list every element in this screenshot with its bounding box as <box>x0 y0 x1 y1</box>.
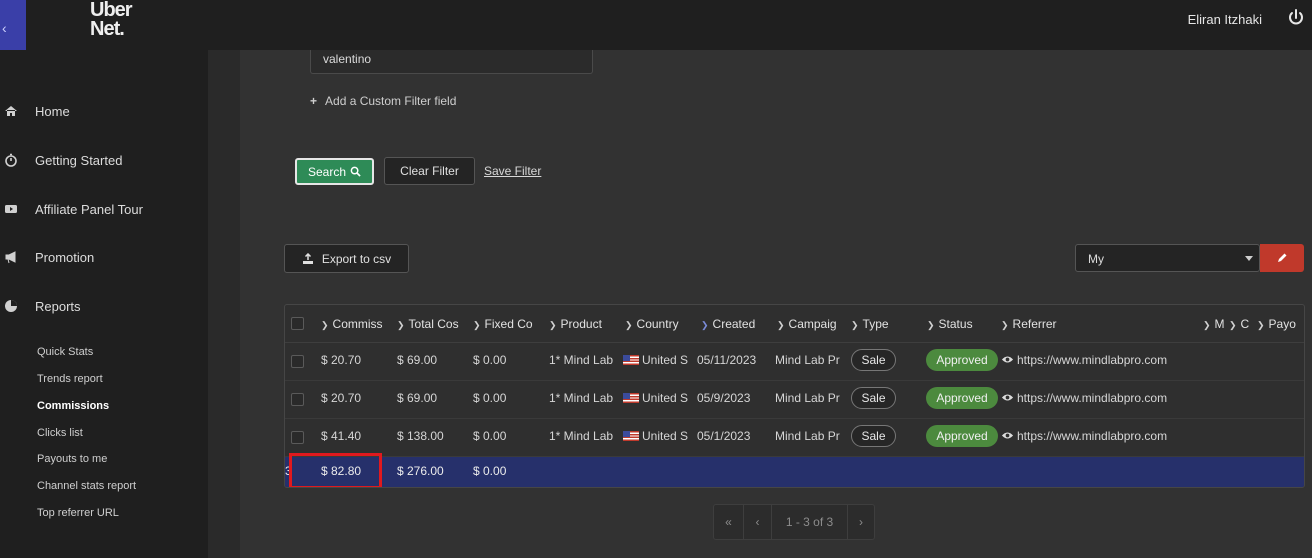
column-header-product[interactable]: ❯ Product <box>549 317 621 331</box>
us-flag-icon <box>623 355 639 365</box>
column-header-country[interactable]: ❯ Country <box>625 317 697 331</box>
prev-page-button[interactable]: ‹ <box>744 505 772 539</box>
sidebar-link-quick-stats[interactable]: Quick Stats <box>37 346 93 358</box>
user-name[interactable]: Eliran Itzhaki <box>1188 12 1262 27</box>
export-icon <box>302 252 313 264</box>
view-select[interactable]: My <box>1075 244 1260 272</box>
page-range-label: 1 - 3 of 3 <box>772 505 848 539</box>
us-flag-icon <box>623 431 639 441</box>
status-badge: Approved <box>926 387 998 409</box>
highlight-box <box>289 453 382 487</box>
sidebar-link-trends-report[interactable]: Trends report <box>37 373 103 385</box>
pagination: « ‹ 1 - 3 of 3 › <box>713 504 875 540</box>
total-fixed-cost: $ 0.00 <box>473 464 507 478</box>
sidebar-item-promotion[interactable]: Promotion <box>0 246 208 268</box>
type-badge: Sale <box>851 425 896 447</box>
sidebar-item-getting-started[interactable]: Getting Started <box>0 149 208 171</box>
column-header-created[interactable]: ❯ Created <box>701 317 773 331</box>
sidebar-item-affiliate-panel-tour[interactable]: Affiliate Panel Tour <box>0 198 208 220</box>
commissions-panel: valentino + Add a Custom Filter field Sea… <box>240 50 1312 558</box>
status-badge: Approved <box>926 349 998 371</box>
row-checkbox[interactable] <box>291 393 304 406</box>
row-checkbox[interactable] <box>291 431 304 444</box>
edit-view-button[interactable] <box>1260 244 1304 272</box>
us-flag-icon <box>623 393 639 403</box>
video-icon <box>5 205 17 213</box>
table-row[interactable]: $ 41.40 $ 138.00 $ 0.00 1* Mind Lab Unit… <box>285 419 1304 457</box>
totals-row: 3 $ 82.80 $ 276.00 $ 0.00 <box>285 457 1304 487</box>
eye-icon <box>1001 356 1014 363</box>
sidebar-link-commissions[interactable]: Commissions <box>37 400 109 412</box>
sidebar-toggle-button[interactable]: ‹ <box>0 0 26 50</box>
column-header-total-cost[interactable]: ❯ Total Cos <box>397 317 469 331</box>
commissions-table: ❯ Commiss ❯ Total Cos ❯ Fixed Co ❯ Product ❯… <box>284 304 1305 488</box>
logo: Uber Net. <box>90 0 133 40</box>
column-header-referrer[interactable]: ❯ Referrer <box>1001 317 1141 331</box>
plus-icon: + <box>310 94 318 108</box>
add-custom-filter-link[interactable]: + Add a Custom Filter field <box>310 94 456 108</box>
main-content: valentino + Add a Custom Filter field Sea… <box>208 50 1312 558</box>
export-csv-button[interactable]: Export to csv <box>284 244 409 273</box>
sidebar-item-home[interactable]: Home <box>0 100 208 122</box>
select-all-checkbox[interactable] <box>291 317 304 330</box>
column-header-commission[interactable]: ❯ Commiss <box>321 317 393 331</box>
first-page-button[interactable]: « <box>714 505 744 539</box>
sidebar-link-top-referrer-url[interactable]: Top referrer URL <box>37 507 119 519</box>
table-row[interactable]: $ 20.70 $ 69.00 $ 0.00 1* Mind Lab Unite… <box>285 343 1304 381</box>
home-icon <box>5 106 17 116</box>
power-icon[interactable] <box>1286 8 1306 28</box>
next-page-button[interactable]: › <box>848 505 874 539</box>
table-header: ❯ Commiss ❯ Total Cos ❯ Fixed Co ❯ Product ❯… <box>285 305 1304 343</box>
type-badge: Sale <box>851 349 896 371</box>
column-header-payout[interactable]: ❯ Payo <box>1257 317 1304 331</box>
column-header-m[interactable]: ❯ M <box>1203 317 1225 331</box>
stopwatch-icon <box>5 153 17 167</box>
eye-icon <box>1001 394 1014 401</box>
total-cost: $ 276.00 <box>397 464 444 478</box>
status-badge: Approved <box>926 425 998 447</box>
pie-chart-icon <box>5 300 17 312</box>
column-header-fixed-cost[interactable]: ❯ Fixed Co <box>473 317 545 331</box>
top-bar: ‹ Uber Net. Eliran Itzhaki <box>0 0 1312 50</box>
eye-icon <box>1001 432 1014 439</box>
type-badge: Sale <box>851 387 896 409</box>
column-header-status[interactable]: ❯ Status <box>927 317 999 331</box>
table-row[interactable]: $ 20.70 $ 69.00 $ 0.00 1* Mind Lab Unite… <box>285 381 1304 419</box>
search-icon <box>350 166 361 177</box>
pencil-icon <box>1278 253 1287 262</box>
column-header-c[interactable]: ❯ C <box>1229 317 1251 331</box>
search-button[interactable]: Search <box>295 158 374 185</box>
clear-filter-button[interactable]: Clear Filter <box>384 157 475 185</box>
row-checkbox[interactable] <box>291 355 304 368</box>
save-filter-link[interactable]: Save Filter <box>484 164 541 178</box>
column-header-type[interactable]: ❯ Type <box>851 317 923 331</box>
custom-filter-input[interactable]: valentino <box>310 50 593 74</box>
chevron-left-icon: ‹ <box>2 20 7 36</box>
sidebar-link-channel-stats-report[interactable]: Channel stats report <box>37 480 136 492</box>
caret-down-icon <box>1245 256 1253 261</box>
sidebar-item-reports[interactable]: Reports <box>0 295 208 317</box>
sidebar-link-payouts-to-me[interactable]: Payouts to me <box>37 453 107 465</box>
column-header-campaign[interactable]: ❯ Campaig <box>777 317 849 331</box>
sidebar: Home Getting Started Affiliate Panel Tou… <box>0 50 208 558</box>
sidebar-link-clicks-list[interactable]: Clicks list <box>37 427 83 439</box>
bullhorn-icon <box>5 251 16 264</box>
